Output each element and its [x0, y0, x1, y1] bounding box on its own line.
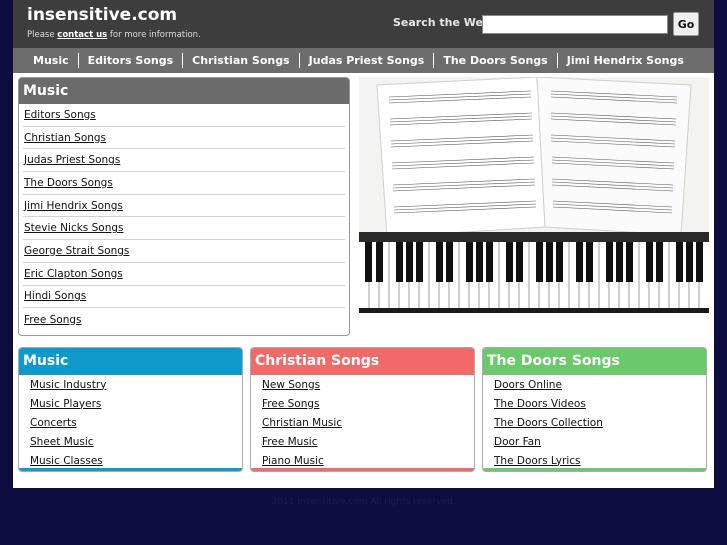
box-link[interactable]: Concerts [30, 417, 77, 429]
music-panel-title: Music [19, 78, 349, 104]
list-item: Door Fan [494, 432, 706, 451]
music-link[interactable]: Hindi Songs [23, 290, 86, 302]
footer-text: 2011 insensitive.com All rights reserved… [271, 497, 456, 507]
box-bottom-bar [19, 468, 242, 471]
list-item: Free Songs [262, 394, 474, 413]
box-list: Doors Online The Doors Videos The Doors … [483, 375, 706, 470]
box-link[interactable]: Doors Online [494, 379, 562, 391]
list-item: Music Players [30, 394, 242, 413]
list-item: Christian Music [262, 413, 474, 432]
box-link[interactable]: Door Fan [494, 436, 541, 448]
box-link[interactable]: Sheet Music [30, 436, 94, 448]
the-doors-songs-box: The Doors Songs Doors Online The Doors V… [482, 347, 707, 472]
box-bottom-bar [483, 468, 706, 471]
list-item: Editors Songs [23, 104, 345, 127]
box-list: New Songs Free Songs Christian Music Fre… [251, 375, 474, 470]
list-item: Free Songs [23, 308, 345, 331]
list-item: The Doors Videos [494, 394, 706, 413]
box-bottom-bar [251, 468, 474, 471]
box-link[interactable]: The Doors Collection [494, 417, 603, 429]
nav-bar: Music Editors Songs Christian Songs Juda… [13, 48, 714, 73]
list-item: Concerts [30, 413, 242, 432]
music-panel: Music Editors Songs Christian Songs Juda… [18, 77, 350, 336]
list-item: The Doors Collection [494, 413, 706, 432]
nav-item-christian-songs[interactable]: Christian Songs [183, 53, 300, 68]
box-title: Music [19, 348, 242, 375]
music-link[interactable]: Stevie Nicks Songs [23, 222, 123, 234]
nav-item-the-doors-songs[interactable]: The Doors Songs [434, 53, 558, 68]
box-link[interactable]: The Doors Lyrics [494, 455, 581, 467]
list-item: Free Music [262, 432, 474, 451]
go-button[interactable]: Go [673, 12, 699, 36]
box-title: The Doors Songs [483, 348, 706, 375]
list-item: Hindi Songs [23, 286, 345, 309]
music-link[interactable]: Free Songs [23, 314, 82, 326]
hero-image [359, 77, 709, 313]
list-item: The Doors Songs [23, 172, 345, 195]
list-item: Christian Songs [23, 127, 345, 150]
box-title: Christian Songs [251, 348, 474, 375]
box-link[interactable]: New Songs [262, 379, 320, 391]
list-item: Stevie Nicks Songs [23, 217, 345, 241]
contact-us-link[interactable]: contact us [57, 30, 107, 40]
search-input[interactable] [482, 15, 668, 34]
box-link[interactable]: Music Industry [30, 379, 106, 391]
page-frame: insensitive.com Please contact us for mo… [13, 0, 714, 488]
music-link[interactable]: Judas Priest Songs [23, 154, 120, 166]
music-link[interactable]: The Doors Songs [23, 177, 113, 189]
tagline: Please contact us for more information. [27, 30, 201, 40]
search-label: Search the Web: [393, 16, 496, 29]
list-item: Sheet Music [30, 432, 242, 451]
box-link[interactable]: Free Songs [262, 398, 320, 410]
box-link[interactable]: Free Music [262, 436, 318, 448]
music-link[interactable]: Jimi Hendrix Songs [23, 200, 123, 212]
box-link[interactable]: Piano Music [262, 455, 324, 467]
music-box: Music Music Industry Music Players Conce… [18, 347, 243, 472]
list-item: New Songs [262, 375, 474, 394]
site-title[interactable]: insensitive.com [27, 5, 177, 25]
list-item: Doors Online [494, 375, 706, 394]
music-panel-list: Editors Songs Christian Songs Judas Prie… [19, 104, 349, 331]
box-link[interactable]: Christian Music [262, 417, 342, 429]
box-link[interactable]: The Doors Videos [494, 398, 586, 410]
list-item: Judas Priest Songs [23, 149, 345, 173]
tagline-after: for more information. [107, 30, 201, 40]
music-link[interactable]: George Strait Songs [23, 245, 129, 257]
box-list: Music Industry Music Players Concerts Sh… [19, 375, 242, 470]
music-link[interactable]: Christian Songs [23, 132, 106, 144]
music-link[interactable]: Editors Songs [23, 109, 96, 121]
list-item: Jimi Hendrix Songs [23, 195, 345, 218]
nav-item-editors-songs[interactable]: Editors Songs [79, 53, 184, 68]
box-link[interactable]: Music Players [30, 398, 101, 410]
box-link[interactable]: Music Classes [30, 455, 103, 467]
christian-songs-box: Christian Songs New Songs Free Songs Chr… [250, 347, 475, 472]
piano-sheet-music-icon [359, 77, 709, 313]
list-item: Music Industry [30, 375, 242, 394]
nav-item-music[interactable]: Music [13, 53, 79, 68]
header: insensitive.com Please contact us for mo… [13, 0, 714, 48]
list-item: Eric Clapton Songs [23, 263, 345, 286]
nav-item-judas-priest-songs[interactable]: Judas Priest Songs [300, 53, 435, 68]
tagline-before: Please [27, 30, 58, 40]
list-item: George Strait Songs [23, 240, 345, 263]
music-link[interactable]: Eric Clapton Songs [23, 268, 123, 280]
nav-item-jimi-hendrix-songs[interactable]: Jimi Hendrix Songs [558, 53, 693, 68]
